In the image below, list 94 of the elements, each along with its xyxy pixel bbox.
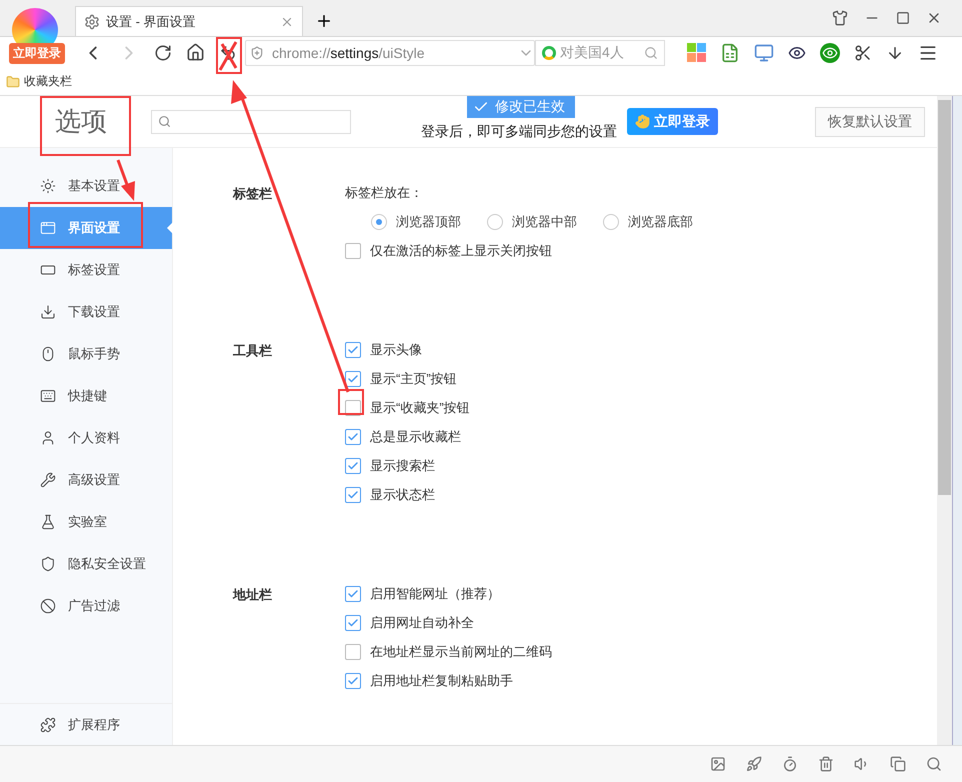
- download-icon: [40, 304, 56, 320]
- checkbox[interactable]: [345, 486, 361, 502]
- spreadsheet-icon[interactable]: [720, 42, 740, 62]
- address-field[interactable]: chrome://settings/uiStyle: [245, 40, 535, 66]
- checkbox[interactable]: [345, 458, 361, 474]
- checkbox-label[interactable]: 显示“收藏夹”按钮: [370, 398, 470, 416]
- settings-search-field[interactable]: [151, 110, 351, 134]
- home-icon[interactable]: [186, 43, 205, 62]
- undo-icon[interactable]: [219, 44, 237, 62]
- search-icon: [158, 115, 171, 128]
- reload-icon[interactable]: [154, 44, 172, 62]
- checkbox[interactable]: [345, 342, 361, 358]
- checkbox-label[interactable]: 总是显示收藏栏: [370, 428, 461, 446]
- annotation-box: [216, 37, 242, 74]
- user-icon: [40, 430, 56, 446]
- sun-icon: [40, 178, 56, 194]
- scissors-icon[interactable]: [854, 44, 872, 62]
- checkbox-label[interactable]: 显示搜索栏: [370, 456, 435, 474]
- checkbox[interactable]: [345, 428, 361, 444]
- timer-icon[interactable]: [782, 756, 798, 772]
- checkbox-label[interactable]: 启用网址自动补全: [370, 614, 474, 632]
- bookmark-link[interactable]: 收藏夹栏: [24, 73, 72, 90]
- gear-icon: [84, 14, 100, 30]
- checkbox[interactable]: [345, 586, 361, 602]
- checkbox[interactable]: [345, 614, 361, 630]
- checkbox[interactable]: [345, 672, 361, 688]
- radio-option[interactable]: 浏览器底部: [603, 212, 693, 230]
- check-icon: [347, 344, 359, 356]
- checkbox[interactable]: [345, 644, 361, 660]
- check-icon: [347, 674, 359, 686]
- checkbox-label[interactable]: 启用地址栏复制粘贴助手: [370, 672, 513, 690]
- radio-button[interactable]: [371, 214, 387, 230]
- maximize-icon[interactable]: [896, 11, 910, 25]
- radio-option[interactable]: 浏览器顶部: [371, 212, 461, 230]
- section-title: 地址栏: [233, 586, 272, 604]
- sidebar-item[interactable]: 鼠标手势: [0, 333, 172, 375]
- sidebar-item[interactable]: 广告过滤: [0, 585, 172, 627]
- checkbox-label[interactable]: 显示“主页”按钮: [370, 370, 457, 388]
- sidebar-item[interactable]: 下载设置: [0, 291, 172, 333]
- folder-icon: [6, 74, 20, 88]
- sidebar-item[interactable]: 个人资料: [0, 417, 172, 459]
- check-icon: [347, 588, 359, 600]
- checkbox[interactable]: [345, 370, 361, 386]
- monitor-icon[interactable]: [754, 42, 774, 62]
- rocket-icon[interactable]: [746, 756, 762, 772]
- check-icon: [347, 372, 359, 384]
- check-icon: [347, 488, 359, 500]
- checkbox-label[interactable]: 仅在激活的标签上显示关闭按钮: [370, 242, 552, 260]
- checkbox-label[interactable]: 显示状态栏: [370, 486, 435, 504]
- window-icon: [40, 220, 56, 236]
- new-tab-icon[interactable]: [315, 12, 333, 30]
- browser-tab[interactable]: 设置 - 界面设置: [75, 6, 303, 36]
- keyboard-icon: [40, 388, 56, 404]
- checkbox-label[interactable]: 在地址栏显示当前网址的二维码: [370, 642, 552, 660]
- sidebar-item[interactable]: 实验室: [0, 501, 172, 543]
- checkbox[interactable]: [345, 242, 361, 258]
- check-icon: [347, 460, 359, 472]
- sync-notice: 登录后，即可多端同步您的设置: [421, 122, 617, 140]
- check-icon: [347, 430, 359, 442]
- ban-icon: [40, 598, 56, 614]
- radio-button[interactable]: [487, 214, 503, 230]
- search-icon[interactable]: [926, 756, 942, 772]
- search-engine-icon: [542, 46, 556, 60]
- check-icon: [347, 616, 359, 628]
- cross-mark: [218, 40, 238, 72]
- flask-icon: [40, 514, 56, 530]
- sidebar-item[interactable]: 高级设置: [0, 459, 172, 501]
- image-icon[interactable]: [710, 756, 726, 772]
- trash-icon[interactable]: [818, 756, 834, 772]
- wrench-icon: [40, 472, 56, 488]
- restore-defaults-button[interactable]: 恢复默认设置: [815, 106, 925, 136]
- toast-text: 修改已生效: [495, 98, 565, 116]
- shield-icon: [40, 556, 56, 572]
- apps-icon[interactable]: [687, 43, 706, 62]
- puzzle-icon: [40, 716, 56, 732]
- annotation-box: [338, 389, 364, 415]
- search-icon: [644, 46, 658, 60]
- checkbox-label[interactable]: 启用智能网址（推荐）: [370, 584, 500, 602]
- section-title: 工具栏: [233, 342, 272, 360]
- sidebar-item[interactable]: 标签设置: [0, 249, 172, 291]
- option-caption: 标签栏放在：: [345, 184, 424, 202]
- radio-option[interactable]: 浏览器中部: [487, 212, 577, 230]
- shield-icon: [250, 46, 264, 60]
- sidebar-item[interactable]: 隐私安全设置: [0, 543, 172, 585]
- copy-icon[interactable]: [890, 756, 906, 772]
- sidebar-item[interactable]: 基本设置: [0, 165, 172, 207]
- pointing-hand-icon: [635, 114, 650, 129]
- shirt-icon[interactable]: [832, 10, 848, 26]
- radio-button[interactable]: [603, 214, 619, 230]
- page-title: 选项: [55, 105, 107, 138]
- sidebar-item[interactable]: 快捷键: [0, 375, 172, 417]
- checkbox-label[interactable]: 显示头像: [370, 340, 422, 358]
- section-title: 标签栏: [233, 185, 272, 203]
- mouse-icon: [40, 346, 56, 362]
